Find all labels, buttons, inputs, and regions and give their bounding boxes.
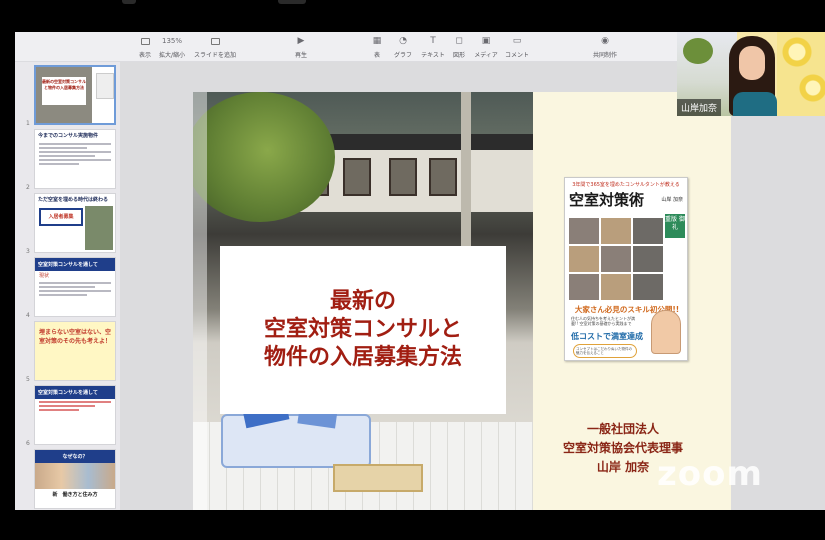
slide-thumb: なぜなの？ 新 働き方と住み方 [34,449,116,509]
author-illustration [651,310,681,354]
slide-thumbnail-5[interactable]: 埋まらない空室はない、空室対策のその先も考えよ！ 5 [17,321,117,383]
slide-thumbnail-2[interactable]: 今までのコンサル実施物件 2 [17,129,117,191]
book-cover: 3年間で365室を埋めたコンサルタントが教える 空室対策術 山岸 加奈 重版 御… [564,177,688,361]
shape-icon: ◻ [455,36,463,46]
slide-thumbnail-6[interactable]: 空室対策コンサルを通して 6 [17,385,117,447]
book-highlight: 低コストで満室達成 [571,332,643,341]
play-button[interactable]: ▶ 再生 [279,36,323,59]
media-icon: ▣ [481,36,491,46]
add-slide-icon [209,36,221,47]
collaborate-icon: ◉ [601,36,609,46]
chart-icon: ◔ [399,36,407,46]
slide-thumb: 埋まらない空室はない、空室対策のその先も考えよ！ [34,321,116,381]
slide-title-line: 物件の入居募集方法 [263,345,462,370]
thumb-tag: 入居者募集 [39,208,83,226]
sofa [221,414,371,468]
slide-thumbnail-7[interactable]: なぜなの？ 新 働き方と住み方 [17,449,117,510]
slide-navigator: 最新の空室対策コンサルと物件の入居募集方法 1 今までのコンサル実施物件 2 た… [15,62,120,510]
slide-thumbnail-4[interactable]: 空室対策コンサルを通して 現状 4 [17,257,117,319]
slide-thumb: ただ空室を埋める時代は終わる 入居者募集 [34,193,116,253]
window-control[interactable] [278,0,306,4]
play-icon: ▶ [297,36,305,46]
text-icon: T [430,36,436,46]
window-control[interactable] [122,0,136,4]
add-slide-button[interactable]: スライドを追加 [188,36,242,59]
collaborate-button[interactable]: ◉ 共同制作 [585,36,625,59]
slide-thumb: 空室対策コンサルを通して [34,385,116,445]
thumb-book [96,73,114,99]
zoom-watermark: zoom [657,454,763,494]
comment-icon: ▭ [512,36,522,46]
organization-line: 一般社団法人 [586,422,659,436]
book-author: 山岸 加奈 [661,197,683,203]
participant-video[interactable]: 山岸加奈 [677,32,825,116]
book-photos [569,218,663,300]
book-stamp: 重版 御礼 [665,214,685,238]
meeting-top-bar [0,0,825,32]
book-subtitle: 3年間で365室を埋めたコンサルタントが教える [572,182,680,188]
current-slide[interactable]: 最新の 空室対策コンサルと 物件の入居募集方法 3年間で365室を埋めたコンサル… [193,92,731,510]
slide-title-line: 最新の [329,289,396,314]
slide-title-box: 最新の 空室対策コンサルと 物件の入居募集方法 [220,246,506,414]
slide-thumbnail-1[interactable]: 最新の空室対策コンサルと物件の入居募集方法 1 [17,65,117,127]
slide-thumb: 今までのコンサル実施物件 [34,129,116,189]
table-icon: ▦ [372,36,382,46]
comment-button[interactable]: ▭ コメント [498,36,536,59]
book-bubble: コンセプトはこだわりぬいた物件の魅力を伝えること [573,344,637,358]
slide-thumb: 空室対策コンサルを通して 現状 [34,257,116,317]
slide-thumbnail-3[interactable]: ただ空室を埋める時代は終わる 入居者募集 3 [17,193,117,255]
plant [683,38,713,64]
coffee-table [333,464,423,492]
slide-thumb: 最新の空室対策コンサルと物件の入居募集方法 [34,65,116,125]
participant-face [739,46,765,80]
thumb-title: 最新の空室対策コンサルと物件の入居募集方法 [42,77,86,105]
book-body: 住む人の気持ちを考えたヒントが満載!! 空室対策の基礎から実践まで [571,316,635,326]
participant-name: 山岸加奈 [677,99,722,116]
zoom-level: 135% [161,37,182,45]
slide-title-line: 空室対策コンサルと [263,317,462,342]
slide-canvas: 最新の 空室対策コンサルと 物件の入居募集方法 3年間で365室を埋めたコンサル… [120,62,825,510]
